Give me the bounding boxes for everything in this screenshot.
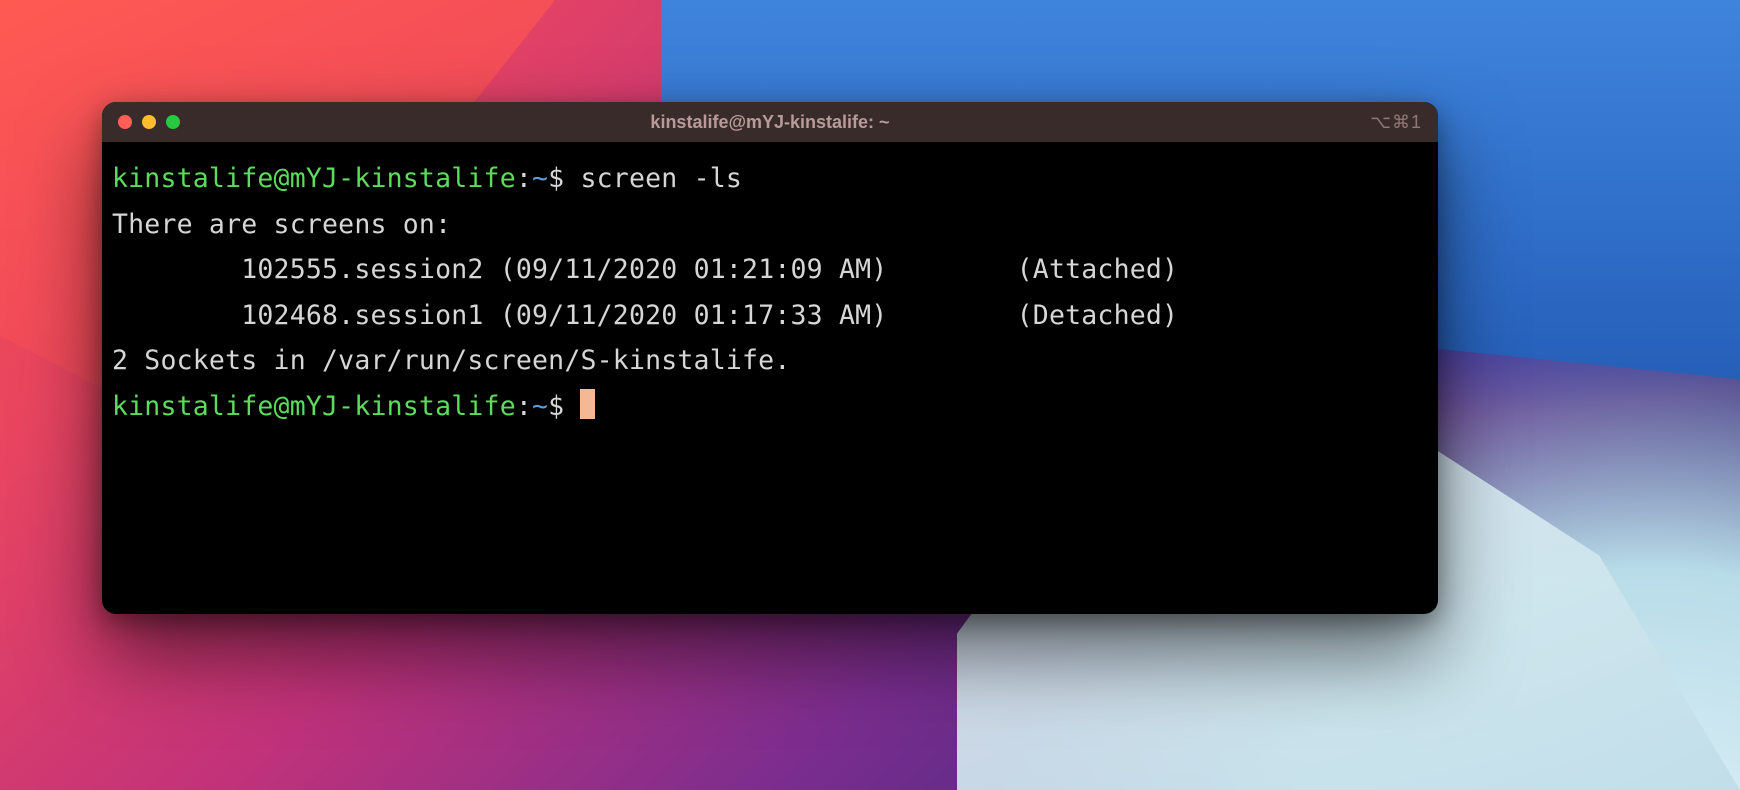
command-text: screen -ls [580,163,742,194]
prompt-symbol: $ [548,391,564,422]
session-status: (Detached) [1017,300,1179,331]
prompt-path: ~ [532,391,548,422]
terminal-content[interactable]: kinstalife@mYJ-kinstalife:~$ screen -lsT… [102,142,1438,443]
prompt-line-1: kinstalife@mYJ-kinstalife:~$ screen -ls [112,156,1428,202]
prompt-path: ~ [532,163,548,194]
session-name: 102555.session2 [241,254,483,285]
session-date: (09/11/2020 01:21:09 AM) [500,254,888,285]
prompt-separator: : [516,163,532,194]
prompt-user-host: kinstalife@mYJ-kinstalife [112,163,516,194]
session-date: (09/11/2020 01:17:33 AM) [500,300,888,331]
prompt-separator: : [516,391,532,422]
prompt-user-host: kinstalife@mYJ-kinstalife [112,391,516,422]
prompt-line-2: kinstalife@mYJ-kinstalife:~$ [112,384,1428,430]
session-name: 102468.session1 [241,300,483,331]
terminal-window[interactable]: kinstalife@mYJ-kinstalife: ~ ⌥⌘1 kinstal… [102,102,1438,614]
close-button[interactable] [118,115,132,129]
window-shortcut-indicator: ⌥⌘1 [1370,112,1422,133]
minimize-button[interactable] [142,115,156,129]
session-status: (Attached) [1017,254,1179,285]
session-row-1: 102555.session2 (09/11/2020 01:21:09 AM)… [112,247,1428,293]
prompt-symbol: $ [548,163,564,194]
title-bar[interactable]: kinstalife@mYJ-kinstalife: ~ ⌥⌘1 [102,102,1438,142]
output-header: There are screens on: [112,202,1428,248]
window-title: kinstalife@mYJ-kinstalife: ~ [650,112,889,133]
traffic-lights [118,115,180,129]
session-row-2: 102468.session1 (09/11/2020 01:17:33 AM)… [112,293,1428,339]
sockets-summary: 2 Sockets in /var/run/screen/S-kinstalif… [112,338,1428,384]
cursor-icon [580,389,595,419]
maximize-button[interactable] [166,115,180,129]
